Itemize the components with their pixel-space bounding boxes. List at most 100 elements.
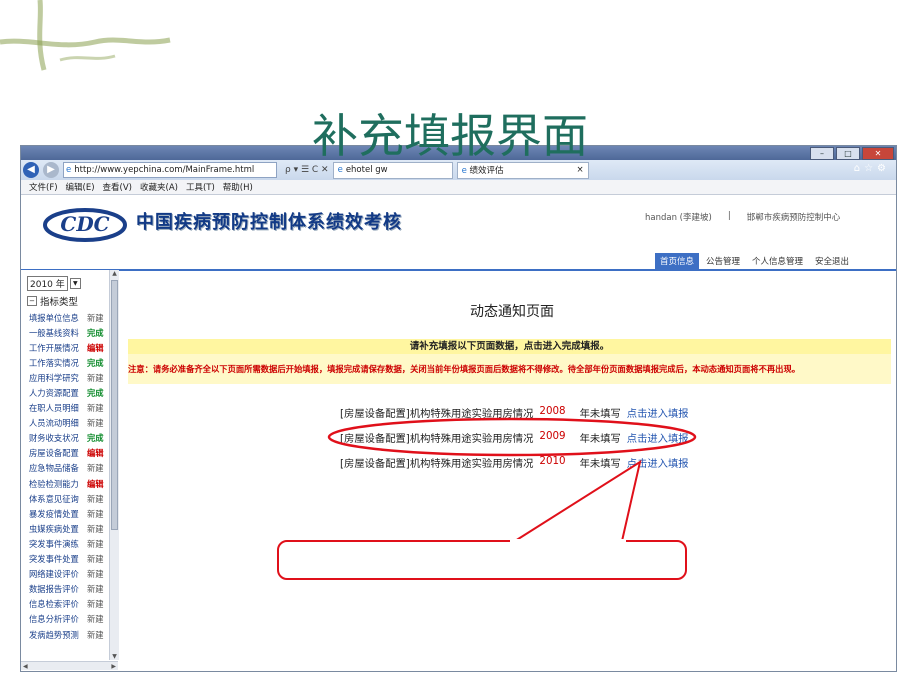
status-badge: 完成	[87, 388, 104, 399]
sidebar-item[interactable]: 信息检索评价 新建	[21, 597, 119, 612]
browser-window: – □ ✕ ◀ ▶ e http://www.yepchina.com/Main…	[20, 145, 897, 672]
sidebar-item[interactable]: 发病趋势预测 新建	[21, 627, 119, 642]
ie-tab-icon: e	[337, 165, 343, 175]
sidebar-item-label: 检验检测能力	[29, 478, 79, 489]
slide-title: 补充填报界面	[312, 109, 588, 163]
nav-logout[interactable]: 安全退出	[810, 253, 854, 269]
sidebar-item-label: 在职人员明细	[29, 403, 79, 414]
sidebar-item-label: 填报单位信息	[29, 312, 79, 323]
sidebar-item[interactable]: 信息分析评价 新建	[21, 612, 119, 627]
sidebar-item-label: 网络建设评价	[29, 569, 79, 580]
sidebar-item-label: 发病趋势预测	[29, 629, 79, 640]
sidebar-item[interactable]: 财务收支状况 完成	[21, 431, 119, 446]
app-nav: 首页信息 公告管理 个人信息管理 安全退出	[21, 253, 896, 269]
sidebar-item[interactable]: 人员流动明细 新建	[21, 416, 119, 431]
sidebar-item[interactable]: 检验检测能力 编辑	[21, 476, 119, 491]
sidebar-item[interactable]: 工作开展情况 编辑	[21, 340, 119, 355]
sidebar-item[interactable]: 网络建设评价 新建	[21, 567, 119, 582]
status-badge: 新建	[87, 312, 104, 323]
sidebar-item-label: 数据报告评价	[29, 584, 79, 595]
status-badge: 新建	[87, 523, 104, 534]
sidebar-item-label: 突发事件演练	[29, 538, 79, 549]
ie-tab-icon: e	[461, 166, 467, 176]
cdc-logo: CDC	[43, 208, 127, 242]
year-value: 2010 年	[27, 276, 68, 291]
address-controls[interactable]: ρ ▾ ☰ C ✕	[285, 165, 329, 175]
sidebar-item[interactable]: 数据报告评价 新建	[21, 582, 119, 597]
sidebar-item[interactable]: 人力资源配置 完成	[21, 385, 119, 400]
menu-help[interactable]: 帮助(H)	[223, 181, 253, 193]
status-badge: 编辑	[87, 478, 104, 489]
record-row: [房屋设备配置]机构特殊用途实验用房情况 2009 年未填写 点击进入填报	[340, 430, 689, 445]
record-state: 年未填写	[579, 408, 621, 420]
sidebar-item-label: 人员流动明细	[29, 418, 79, 429]
fill-in-link[interactable]: 点击进入填报	[627, 430, 689, 445]
user-org: 邯郸市疾病预防控制中心	[746, 213, 841, 223]
record-text: [房屋设备配置]机构特殊用途实验用房情况	[340, 408, 534, 420]
sidebar-item-label: 体系意见征询	[29, 493, 79, 504]
app-header: CDC 中国疾病预防控制体系绩效考核 handan (李建坡) | 邯郸市疾病预…	[21, 195, 896, 253]
menu-edit[interactable]: 编辑(E)	[66, 181, 95, 193]
record-year: 2009	[539, 430, 566, 442]
status-badge: 新建	[87, 463, 104, 474]
sidebar-item[interactable]: 虫媒疾病处置 新建	[21, 521, 119, 536]
sidebar-item[interactable]: 一般基线资料 完成	[21, 325, 119, 340]
status-badge: 新建	[87, 418, 104, 429]
close-tab-icon[interactable]: ×	[576, 165, 583, 175]
sidebar-item[interactable]: 房屋设备配置 编辑	[21, 446, 119, 461]
sidebar-item[interactable]: 应急物品储备 新建	[21, 461, 119, 476]
menu-favorites[interactable]: 收藏夹(A)	[140, 181, 178, 193]
status-badge: 完成	[87, 433, 104, 444]
year-select[interactable]: 2010 年 ▼	[27, 276, 119, 291]
sidebar-item-label: 信息检索评价	[29, 599, 79, 610]
record-text: [房屋设备配置]机构特殊用途实验用房情况	[340, 458, 534, 470]
category-title: 指标类型	[40, 297, 79, 308]
record-state: 年未填写	[579, 433, 621, 445]
status-badge: 新建	[87, 508, 104, 519]
sidebar-item[interactable]: 暴发疫情处置 新建	[21, 506, 119, 521]
sidebar-item-label: 一般基线资料	[29, 327, 79, 338]
sidebar-item-label: 工作开展情况	[29, 342, 79, 353]
status-badge: 新建	[87, 569, 104, 580]
app-name: 中国疾病预防控制体系绩效考核	[136, 212, 402, 233]
user-separator: |	[727, 211, 731, 221]
chevron-down-icon[interactable]: ▼	[69, 278, 81, 289]
url-text: http://www.yepchina.com/MainFrame.html	[74, 165, 255, 175]
page-title: 动态通知页面	[470, 304, 554, 320]
collapse-icon[interactable]: −	[27, 296, 37, 306]
main-content: 动态通知页面 请补充填报以下页面数据，点击进入完成填报。 注意：请务必准备齐全以…	[128, 270, 896, 670]
notice-band: 注意：请务必准备齐全以下页面所需数据后开始填报，填报完成请保存数据，关闭当前年份…	[128, 354, 891, 384]
scroll-up-icon[interactable]: ▲	[110, 270, 119, 277]
status-badge: 新建	[87, 403, 104, 414]
user-name: handan (李建坡)	[645, 213, 712, 223]
record-row: [房屋设备配置]机构特殊用途实验用房情况 2008 年未填写 点击进入填报	[340, 405, 689, 420]
sidebar-item[interactable]: 工作落实情况 完成	[21, 355, 119, 370]
sidebar-item[interactable]: 突发事件演练 新建	[21, 536, 119, 551]
menu-tools[interactable]: 工具(T)	[186, 181, 215, 193]
sidebar-item[interactable]: 填报单位信息 新建	[21, 310, 119, 325]
sidebar-item-label: 虫媒疾病处置	[29, 523, 79, 534]
sidebar-item-label: 突发事件处置	[29, 554, 79, 565]
status-badge: 新建	[87, 614, 104, 625]
menu-file[interactable]: 文件(F)	[29, 181, 58, 193]
sidebar-item[interactable]: 应用科学研究 新建	[21, 370, 119, 385]
scroll-down-icon[interactable]: ▼	[110, 653, 119, 660]
nav-profile[interactable]: 个人信息管理	[747, 253, 808, 269]
sidebar-item[interactable]: 在职人员明细 新建	[21, 401, 119, 416]
fill-in-link[interactable]: 点击进入填报	[627, 405, 689, 420]
nav-announcements[interactable]: 公告管理	[701, 253, 745, 269]
record-year: 2008	[539, 405, 566, 417]
scroll-thumb[interactable]	[111, 280, 118, 530]
sidebar-hscrollbar[interactable]: ◀ ▶	[21, 661, 118, 670]
sidebar-item[interactable]: 体系意见征询 新建	[21, 491, 119, 506]
status-badge: 新建	[87, 629, 104, 640]
sidebar-item[interactable]: 突发事件处置 新建	[21, 552, 119, 567]
menu-view[interactable]: 查看(V)	[103, 181, 132, 193]
fill-in-link[interactable]: 点击进入填报	[627, 455, 689, 470]
category-header[interactable]: − 指标类型	[27, 294, 119, 308]
sidebar-scrollbar[interactable]: ▲ ▼	[109, 270, 119, 660]
status-badge: 新建	[87, 493, 104, 504]
status-badge: 新建	[87, 372, 104, 383]
nav-home[interactable]: 首页信息	[654, 253, 699, 269]
sidebar-item-label: 应用科学研究	[29, 372, 79, 383]
